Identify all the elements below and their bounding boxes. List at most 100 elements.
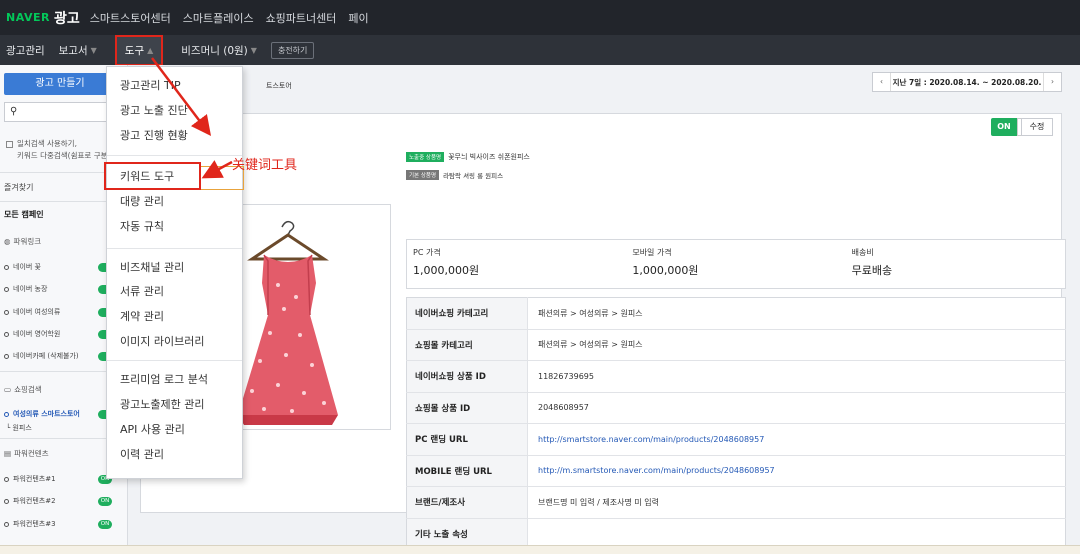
chevron-down-icon: ▼ — [90, 45, 97, 55]
pc-price-value: 1,000,000원 — [413, 264, 480, 277]
menu-tools-label: 도구 — [124, 44, 145, 57]
row-value: 2048608957 — [527, 392, 1066, 424]
menu-item-bulk-management[interactable]: 대량 관리 — [120, 193, 164, 209]
campaign-item[interactable]: 파워컨텐츠#1 ON — [4, 474, 116, 484]
chevron-left-icon[interactable]: ‹ — [873, 73, 891, 91]
menu-item-api[interactable]: API 사용 관리 — [120, 421, 185, 437]
group-powerlink-label: 파워링크 — [13, 237, 42, 246]
menu-divider — [107, 155, 242, 156]
naver-logo[interactable]: NAVER — [6, 11, 50, 24]
menu-item-ad-tip[interactable]: 광고관리 TIP — [120, 77, 181, 93]
exact-match-option[interactable]: 일치검색 사용하기, 키워드 다중검색(쉼표로 구분 — [6, 138, 108, 162]
exposed-name-badge: 노출중 상품명 — [406, 152, 445, 162]
menu-divider — [107, 360, 242, 361]
menu-item-history[interactable]: 이력 관리 — [120, 446, 164, 462]
menu-item-exposure-diagnosis[interactable]: 광고 노출 진단 — [120, 102, 188, 118]
pc-landing-url-link[interactable]: http://smartstore.naver.com/main/product… — [527, 423, 1066, 456]
all-campaigns-link[interactable]: 모든 캠페인 — [4, 209, 44, 220]
keyword-tool-highlight — [104, 162, 201, 190]
menu-item-auto-rules[interactable]: 자동 규칙 — [120, 218, 164, 234]
campaign-item[interactable]: 파워컨텐츠#3 ON — [4, 519, 116, 529]
product-info-table: 네이버쇼핑 카테고리 패션의류 > 여성의류 > 원피스 쇼핑몰 카테고리 패션의류… — [406, 297, 1066, 550]
chevron-right-icon[interactable]: › — [1043, 73, 1061, 91]
menu-divider — [107, 248, 242, 249]
chevron-up-icon: ▲ — [147, 45, 154, 55]
campaign-item[interactable]: 파워컨텐츠#2 ON — [4, 496, 116, 506]
document-icon: ▤ — [4, 449, 12, 458]
menu-item-bizchannel[interactable]: 비즈채널 관리 — [120, 259, 184, 275]
campaign-status-icon — [4, 498, 9, 504]
nav-pay[interactable]: 페이 — [348, 10, 368, 26]
menu-bizmoney[interactable]: 비즈머니 (0원) ▼ — [181, 43, 257, 58]
group-shopping[interactable]: ▭ 쇼핑검색 — [4, 384, 42, 395]
mobile-price: 모바일 가격 1,000,000원 — [626, 240, 845, 288]
menu-item-contracts[interactable]: 계약 관리 — [120, 308, 164, 324]
menu-reports-label: 보고서 — [58, 44, 88, 57]
group-powerlink[interactable]: ◍ 파워링크 — [4, 236, 41, 247]
campaign-item[interactable]: 네이버 여성의류 — [4, 307, 116, 317]
exact-match-checkbox[interactable] — [6, 140, 13, 148]
globe-icon: ◍ — [4, 237, 11, 246]
chevron-down-icon: ▼ — [250, 45, 257, 55]
breadcrumb[interactable]: 트스토어 — [266, 81, 292, 91]
group-powercontent[interactable]: ▤ 파워컨텐츠 — [4, 448, 49, 459]
group-powercontent-label: 파워컨텐츠 — [14, 449, 49, 458]
nav-shopping-partner-center[interactable]: 쇼핑파트너센터 — [266, 10, 337, 26]
mobile-price-label: 모바일 가격 — [632, 248, 672, 257]
menu-item-documents[interactable]: 서류 관리 — [120, 283, 164, 299]
row-value: 11826739695 — [527, 360, 1066, 393]
campaign-item-label: 파워컨텐츠#2 — [13, 497, 56, 505]
table-row: 네이버쇼핑 카테고리 패션의류 > 여성의류 > 원피스 — [406, 297, 1066, 330]
tools-dropdown-menu: 광고관리 TIP 광고 노출 진단 광고 진행 현황 키워드 도구 대량 관리 … — [106, 66, 243, 479]
menu-item-image-library[interactable]: 이미지 라이브러리 — [120, 333, 204, 349]
campaign-item[interactable]: 네이버카페 (삭제불가) — [4, 351, 116, 361]
charge-button[interactable]: 충전하기 — [270, 41, 315, 59]
edit-button[interactable]: 수정 — [1021, 118, 1053, 136]
status-on-toggle[interactable]: ON — [991, 118, 1017, 136]
mobile-landing-url-link[interactable]: http://m.smartstore.naver.com/main/produ… — [527, 455, 1066, 487]
campaign-item[interactable]: 네이버 영어학원 — [4, 329, 116, 339]
exact-match-label: 일치검색 사용하기, — [17, 139, 77, 148]
menu-ad-management[interactable]: 광고관리 — [6, 43, 45, 58]
campaign-status-icon — [4, 331, 9, 337]
product-detail-panel: 노출중 상품명 꽃무늬 빅사이즈 쉬폰원피스 기본 상품명 라탐락 셔링 롱 원… — [140, 113, 1066, 550]
favorites-label[interactable]: 즐겨찾기 — [4, 182, 33, 193]
ad-logo[interactable]: 광고 — [54, 8, 80, 28]
row-key: MOBILE 랜딩 URL — [406, 455, 528, 487]
menu-item-ad-status[interactable]: 광고 진행 현황 — [120, 127, 188, 143]
menu-reports[interactable]: 보고서 ▼ — [59, 43, 97, 58]
campaign-item-shopping[interactable]: 여성의류 스마트스토어 — [4, 409, 116, 419]
menu-item-exposure-limit[interactable]: 광고노출제한 관리 — [120, 396, 204, 412]
table-row: PC 랜딩 URL http://smartstore.naver.com/mai… — [406, 423, 1066, 456]
table-row: 브랜드/제조사 브랜드명 미 입력 / 제조사명 미 입력 — [406, 486, 1066, 519]
campaign-toggle[interactable]: ON — [98, 496, 112, 506]
price-summary: PC 가격 1,000,000원 모바일 가격 1,000,000원 배송비 무… — [406, 239, 1066, 289]
row-key: 쇼핑몰 상품 ID — [406, 392, 528, 424]
period-label: 지난 7일 : 2020.08.14. ~ 2020.08.20. — [892, 77, 1042, 87]
campaign-status-icon — [4, 521, 9, 527]
campaign-status-icon — [4, 411, 9, 417]
pc-price: PC 가격 1,000,000원 — [407, 240, 626, 288]
campaign-item-label: 파워컨텐츠#3 — [13, 520, 56, 528]
sub-navigation-bar: 광고관리 보고서 ▼ 도구 ▲ 비즈머니 (0원) ▼ 충전하기 — [0, 34, 1080, 66]
adgroup-item[interactable]: └ 원피스 — [6, 423, 32, 433]
bottom-strip — [0, 545, 1080, 554]
adgroup-item-label: 원피스 — [12, 424, 32, 432]
campaign-item[interactable]: 네이버 꽃 — [4, 262, 116, 272]
campaign-status-icon — [4, 286, 9, 292]
basic-name-text: 라탐락 셔링 롱 원피스 — [443, 172, 504, 180]
campaign-status-icon — [4, 264, 9, 270]
campaign-item-label: 파워컨텐츠#1 — [13, 475, 56, 483]
campaign-item-label: 네이버 여성의류 — [13, 308, 61, 316]
campaign-toggle[interactable]: ON — [98, 519, 112, 529]
menu-item-premium-log[interactable]: 프리미엄 로그 분석 — [120, 371, 208, 387]
nav-smartplace[interactable]: 스마트플레이스 — [183, 10, 254, 26]
period-selector[interactable]: ‹ 지난 7일 : 2020.08.14. ~ 2020.08.20. › — [872, 72, 1062, 92]
campaign-item-label: 네이버 꽃 — [13, 263, 41, 271]
campaign-item-label: 네이버 영어학원 — [13, 330, 61, 338]
nav-smartstore-center[interactable]: 스마트스토어센터 — [90, 10, 171, 26]
create-ad-button[interactable]: 광고 만들기 — [4, 73, 116, 95]
menu-tools[interactable]: 도구 ▲ — [114, 34, 164, 66]
campaign-item[interactable]: 네이버 농장 — [4, 284, 116, 294]
campaign-search-input[interactable]: ⚲ — [4, 102, 116, 122]
